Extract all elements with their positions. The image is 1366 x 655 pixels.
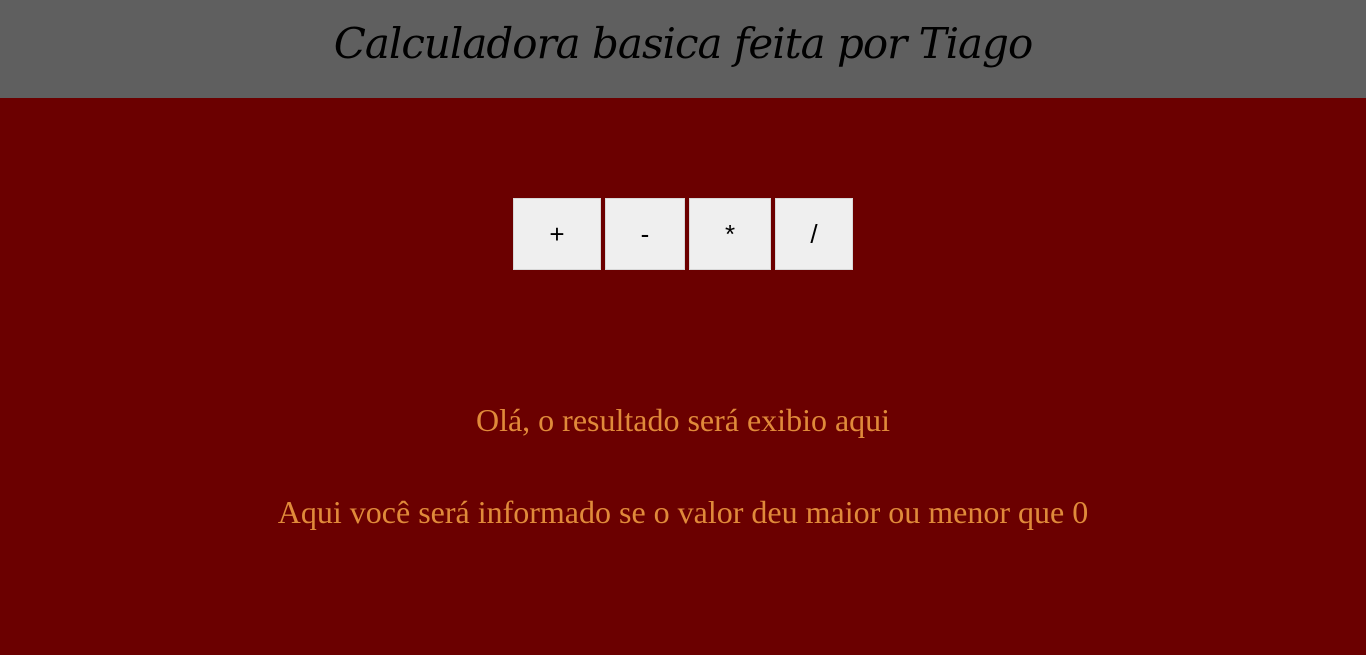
page-title: Calculadora basica feita por Tiago: [333, 19, 1033, 68]
subtract-button[interactable]: -: [605, 198, 685, 270]
sign-info-text: Aqui você será informado se o valor deu …: [277, 494, 1089, 530]
calculator-area: + - * / Olá, o resultado será exibio aqu…: [0, 98, 1366, 655]
result-text: Olá, o resultado será exibio aqui: [475, 402, 891, 438]
multiply-button[interactable]: *: [689, 198, 771, 270]
page-header: Calculadora basica feita por Tiago: [0, 0, 1366, 98]
operation-buttons: + - * /: [513, 198, 853, 272]
divide-button[interactable]: /: [775, 198, 853, 270]
add-button[interactable]: +: [513, 198, 601, 270]
